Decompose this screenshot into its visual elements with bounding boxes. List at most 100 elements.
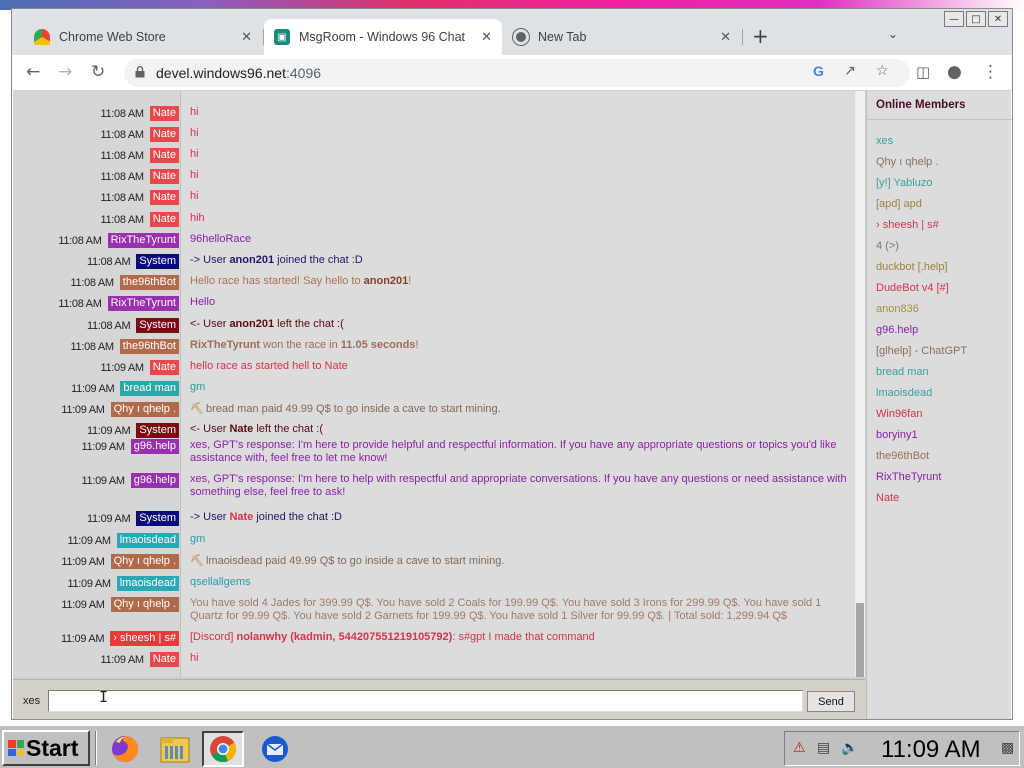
member-item[interactable]: bread man [876,366,929,378]
close-window-button[interactable]: ✕ [988,11,1008,27]
user-badge[interactable]: Qhy ı qhelp . [110,554,179,569]
profile-avatar-icon[interactable]: ● [947,63,962,81]
minimize-button[interactable]: — [944,11,964,27]
user-badge[interactable]: the96thBot [119,275,179,290]
bookmark-star-icon[interactable]: ☆ [876,63,889,79]
address-bar[interactable]: devel.windows96.net:4096 G ↗ ☆ [124,59,910,87]
back-arrow-icon[interactable]: ← [26,63,40,81]
chrome-web-store-icon [34,29,50,45]
user-badge[interactable]: System [136,318,179,333]
firefox-icon [112,736,138,762]
more-menu-icon[interactable]: ⋮ [982,63,999,81]
user-badge[interactable]: lmaoisdead [116,533,179,548]
show-desktop-icon[interactable]: ▩ [1001,740,1014,756]
maximize-button[interactable]: □ [966,11,986,27]
network-icon[interactable]: ▤ [817,740,830,756]
member-item[interactable]: boryiny1 [876,429,918,441]
user-badge[interactable]: Qhy ı qhelp . [110,597,179,612]
user-badge[interactable]: Nate [149,169,179,184]
user-badge[interactable]: lmaoisdead [116,576,179,591]
user-badge[interactable]: bread man [120,381,179,396]
message-time: 11:09 AM [100,653,144,666]
clock[interactable]: 11:09 AM [881,736,981,764]
message-body: qsellallgems [190,576,251,588]
user-badge[interactable]: › sheesh | s# [110,631,179,646]
taskbar-divider [95,731,97,765]
start-label: Start [26,734,79,761]
user-badge[interactable]: Nate [149,190,179,205]
tab-chrome-web-store[interactable]: Chrome Web Store ✕ [24,19,262,55]
message-time: 11:09 AM [67,534,111,547]
divider [867,119,1012,120]
member-item[interactable]: anon836 [876,303,919,315]
new-tab-plus-icon[interactable]: + [752,26,769,46]
chat-scrollbar[interactable] [855,91,865,677]
user-badge[interactable]: the96thBot [119,339,179,354]
tab-msgroom[interactable]: ▣ MsgRoom - Windows 96 Chat ✕ [264,19,502,55]
user-badge[interactable]: RixTheTyrunt [107,296,179,311]
member-item[interactable]: the96thBot [876,450,929,462]
members-title: Online Members [876,99,966,111]
taskbar-file-manager[interactable] [154,731,196,767]
taskbar-firefox[interactable] [104,731,146,767]
user-badge[interactable]: Nate [149,106,179,121]
user-badge[interactable]: Nate [149,212,179,227]
member-item[interactable]: duckbot [.help] [876,261,948,273]
user-badge[interactable]: Nate [149,127,179,142]
close-icon[interactable]: ✕ [720,30,731,45]
url-port: :4096 [285,65,322,81]
member-item[interactable]: Qhy ı qhelp . [876,156,938,168]
tab-new-tab[interactable]: New Tab ✕ [503,19,741,55]
user-badge[interactable]: System [136,511,179,526]
member-item[interactable]: [glhelp] - ChatGPT [876,345,967,357]
member-item[interactable]: RixTheTyrunt [876,471,941,483]
message-meta: 11:08 AM Nate [100,106,179,121]
side-panel-icon[interactable]: ◫ [916,63,930,81]
taskbar-chrome[interactable] [202,731,244,767]
close-icon[interactable]: ✕ [241,30,252,45]
message-meta: 11:08 AM Nate [100,190,179,205]
nickname-label[interactable]: xes [23,695,40,707]
network-warning-icon[interactable]: ⚠ [793,740,806,756]
reload-icon[interactable]: ↻ [91,63,105,81]
member-item[interactable]: g96.help [876,324,918,336]
user-badge[interactable]: System [136,254,179,269]
user-badge[interactable]: g96.help [130,473,179,488]
member-item[interactable]: xes [876,135,893,147]
taskbar-thunderbird[interactable] [254,731,296,767]
message-meta: 11:08 AM Nate [100,169,179,184]
member-item[interactable]: lmaoisdead [876,387,932,399]
close-icon[interactable]: ✕ [481,30,492,45]
message-text: gm [190,533,850,546]
message-body: hi [190,169,199,181]
forward-arrow-icon[interactable]: → [58,63,72,81]
message-body: hi [190,148,199,160]
taskbar: Start ⚠ ▤ 🔈 11:09 AM ▩ [0,724,1024,768]
member-item[interactable]: 4 (>) [876,240,899,252]
message-text: <- User Nate left the chat :( [190,423,323,435]
user-badge[interactable]: System [136,423,179,438]
user-badge[interactable]: Nate [149,652,179,667]
user-badge[interactable]: Nate [149,360,179,375]
message-time: 11:09 AM [87,424,131,437]
scrollbar-thumb[interactable] [856,603,864,677]
volume-icon[interactable]: 🔈 [841,740,858,756]
user-badge[interactable]: g96.help [130,439,179,454]
member-item[interactable]: [apd] apd [876,198,922,210]
member-item[interactable]: Win96fan [876,408,922,420]
message-text: 96helloRace [190,233,850,246]
user-badge[interactable]: Nate [149,148,179,163]
member-item[interactable]: DudeBot v4 [#] [876,282,949,294]
start-button[interactable]: Start [2,730,90,766]
message-input[interactable] [48,690,803,712]
user-badge[interactable]: Qhy ı qhelp . [110,402,179,417]
tab-search-chevron-icon[interactable]: ⌄ [888,27,898,41]
send-button[interactable]: Send [807,691,855,712]
member-item[interactable]: Nate [876,492,899,504]
share-icon[interactable]: ↗ [844,63,856,79]
google-translate-icon[interactable]: G [813,63,824,79]
message-meta: 11:08 AM Nate [100,212,179,227]
member-item[interactable]: [y!] Yabluzo [876,177,932,189]
user-badge[interactable]: RixTheTyrunt [107,233,179,248]
member-item[interactable]: › sheesh | s# [876,219,939,231]
